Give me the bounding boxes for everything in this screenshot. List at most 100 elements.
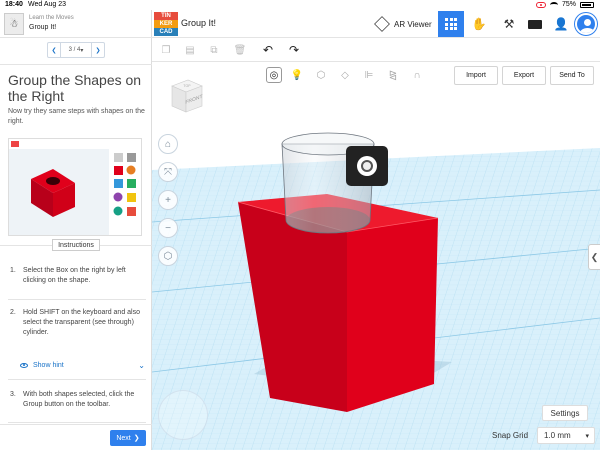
circuit-hand-icon: ✋ [471, 17, 487, 31]
add-user-icon: 👤 [553, 17, 569, 31]
ungroup-tool-button[interactable]: ◇ [336, 66, 354, 84]
undo-icon[interactable]: ↶ [260, 42, 276, 58]
app-header: TIN KER CAD Group It! AR Viewer ✋ ⚒ 👤 [152, 10, 600, 38]
step-number: 3. [10, 391, 16, 398]
ar-viewer-button[interactable]: AR Viewer [374, 14, 432, 34]
copy-icon[interactable]: ❐ [158, 42, 174, 58]
perspective-button[interactable]: ⬡ [158, 246, 178, 266]
next-button-label: Next [116, 434, 131, 442]
fit-view-button[interactable]: ⤧ [158, 162, 178, 182]
step-number: 2. [10, 309, 16, 316]
next-button[interactable]: Next ❯ [110, 430, 146, 446]
logo-word: TIN [161, 12, 171, 19]
preview-illustration [9, 139, 141, 235]
align-icon: ⊫ [364, 69, 374, 81]
next-step-arrow-button[interactable]: ❯ [92, 43, 104, 57]
screen-record-icon [535, 1, 546, 8]
cruise-tool-button[interactable]: ∩ [408, 66, 426, 84]
project-title[interactable]: Group It! [181, 18, 216, 28]
show-hint-label: Show hint [33, 361, 64, 369]
lesson-description: Now try they same steps with shapes on t… [8, 108, 145, 125]
zoom-out-button[interactable]: − [158, 218, 178, 238]
status-indicators: 75% [535, 1, 594, 8]
divider [8, 379, 146, 380]
zoom-in-button[interactable]: + [158, 190, 178, 210]
export-button[interactable]: Export [502, 66, 546, 85]
instruction-step: 1. Select the Box on the right by left c… [10, 266, 146, 286]
eye-icon [20, 362, 28, 368]
lesson-kicker: Learn the Moves [29, 15, 74, 21]
show-hide-tool-button[interactable]: ◎ [266, 67, 282, 83]
shapes-panel-toggle[interactable]: ❮ [588, 244, 600, 270]
lesson-pager: ❮ 3 / 4 ▾ ❯ [47, 42, 105, 58]
circuits-view-button[interactable]: ✋ [466, 11, 492, 37]
bulb-toggle-icon [357, 156, 377, 176]
logo-text: TIN KER CAD [154, 12, 178, 36]
fit-icon: ⤧ [164, 166, 172, 178]
show-hint-toggle[interactable]: Show hint ⌄ [20, 359, 145, 371]
battery-percent: 75% [561, 1, 576, 8]
bricks-view-button[interactable] [522, 11, 548, 37]
chevron-down-icon: ▾ [585, 433, 589, 440]
import-button[interactable]: Import [454, 66, 498, 85]
group-icon: ⬡ [316, 69, 326, 81]
user-profile-button[interactable] [573, 11, 599, 37]
page-indicator-text: 3 / 4 [68, 47, 81, 53]
mirror-icon: ⧎ [388, 69, 398, 81]
step-text: With both shapes selected, click the Gro… [23, 391, 135, 408]
brick-icon [528, 19, 542, 29]
avatar [575, 13, 597, 35]
view-cube-top-label: TOP [183, 84, 191, 88]
app-root: { "status": { "time": "18:40", "date": "… [0, 0, 600, 450]
chevron-right-icon: ❯ [133, 435, 140, 442]
step-number: 1. [10, 267, 16, 274]
bulb-icon: 💡 [290, 69, 304, 81]
divider [0, 64, 152, 65]
workplane-canvas[interactable] [152, 62, 600, 450]
minecraft-view-button[interactable]: ⚒ [496, 11, 522, 37]
orbit-joystick[interactable] [158, 390, 208, 440]
status-bar: 18:40 Wed Aug 23 75% [0, 0, 600, 10]
3d-workplane[interactable]: FRONT TOP ◎ 💡 ⬡ ◇ ⊫ ⧎ ∩ Import Export Se… [152, 62, 600, 450]
view-cube[interactable]: FRONT TOP [166, 76, 206, 116]
settings-button[interactable]: Settings [542, 405, 588, 421]
page-indicator[interactable]: 3 / 4 ▾ [60, 43, 92, 57]
instruction-step: 2. Hold SHIFT on the keyboard and also s… [10, 308, 146, 338]
paste-icon[interactable]: ▤ [182, 42, 198, 58]
light-tool-button[interactable]: 💡 [288, 66, 306, 84]
shape-tools: ◎ 💡 ⬡ ◇ ⊫ ⧎ ∩ [266, 66, 426, 86]
divider [8, 299, 146, 300]
red-box-right-face[interactable] [347, 218, 438, 412]
lesson-name: Group It! [29, 24, 57, 31]
redo-icon[interactable]: ↷ [286, 42, 302, 58]
prev-step-button[interactable]: ❮ [48, 43, 60, 57]
cylinder-visibility-button[interactable] [346, 146, 388, 186]
mirror-tool-button[interactable]: ⧎ [384, 66, 402, 84]
status-time: 18:40 [5, 1, 23, 8]
align-tool-button[interactable]: ⊫ [360, 66, 378, 84]
instructions-label: Instructions [52, 239, 100, 251]
invite-collaborator-button[interactable]: 👤 [548, 11, 574, 37]
cube-icon: ⬡ [163, 250, 173, 262]
group-tool-button[interactable]: ⬡ [312, 66, 330, 84]
3d-design-view-button[interactable] [438, 11, 464, 37]
battery-icon [580, 1, 594, 8]
plus-icon: + [165, 194, 171, 206]
lesson-preview-image [8, 138, 142, 236]
logo-word: KER [159, 20, 173, 27]
snap-grid-select[interactable]: 1.0 mm ▾ [537, 427, 595, 444]
note-icon: ◎ [269, 69, 279, 81]
ar-viewer-label: AR Viewer [394, 19, 432, 29]
chevron-left-icon: ❮ [590, 251, 599, 262]
status-date: Wed Aug 23 [28, 1, 67, 8]
divider [8, 422, 146, 423]
snap-grid-value: 1.0 mm [544, 431, 571, 440]
delete-icon[interactable]: 🗑 [232, 42, 248, 58]
duplicate-icon[interactable]: ⧉ [206, 42, 222, 58]
send-to-button[interactable]: Send To [550, 66, 594, 85]
pickaxe-icon: ⚒ [503, 17, 515, 31]
lesson-panel: ☃ Learn the Moves Group It! ❮ 3 / 4 ▾ ❯ G… [0, 10, 152, 450]
magnet-icon: ∩ [413, 69, 421, 81]
home-view-button[interactable]: ⌂ [158, 134, 178, 154]
step-text: Select the Box on the right by left clic… [23, 267, 126, 284]
